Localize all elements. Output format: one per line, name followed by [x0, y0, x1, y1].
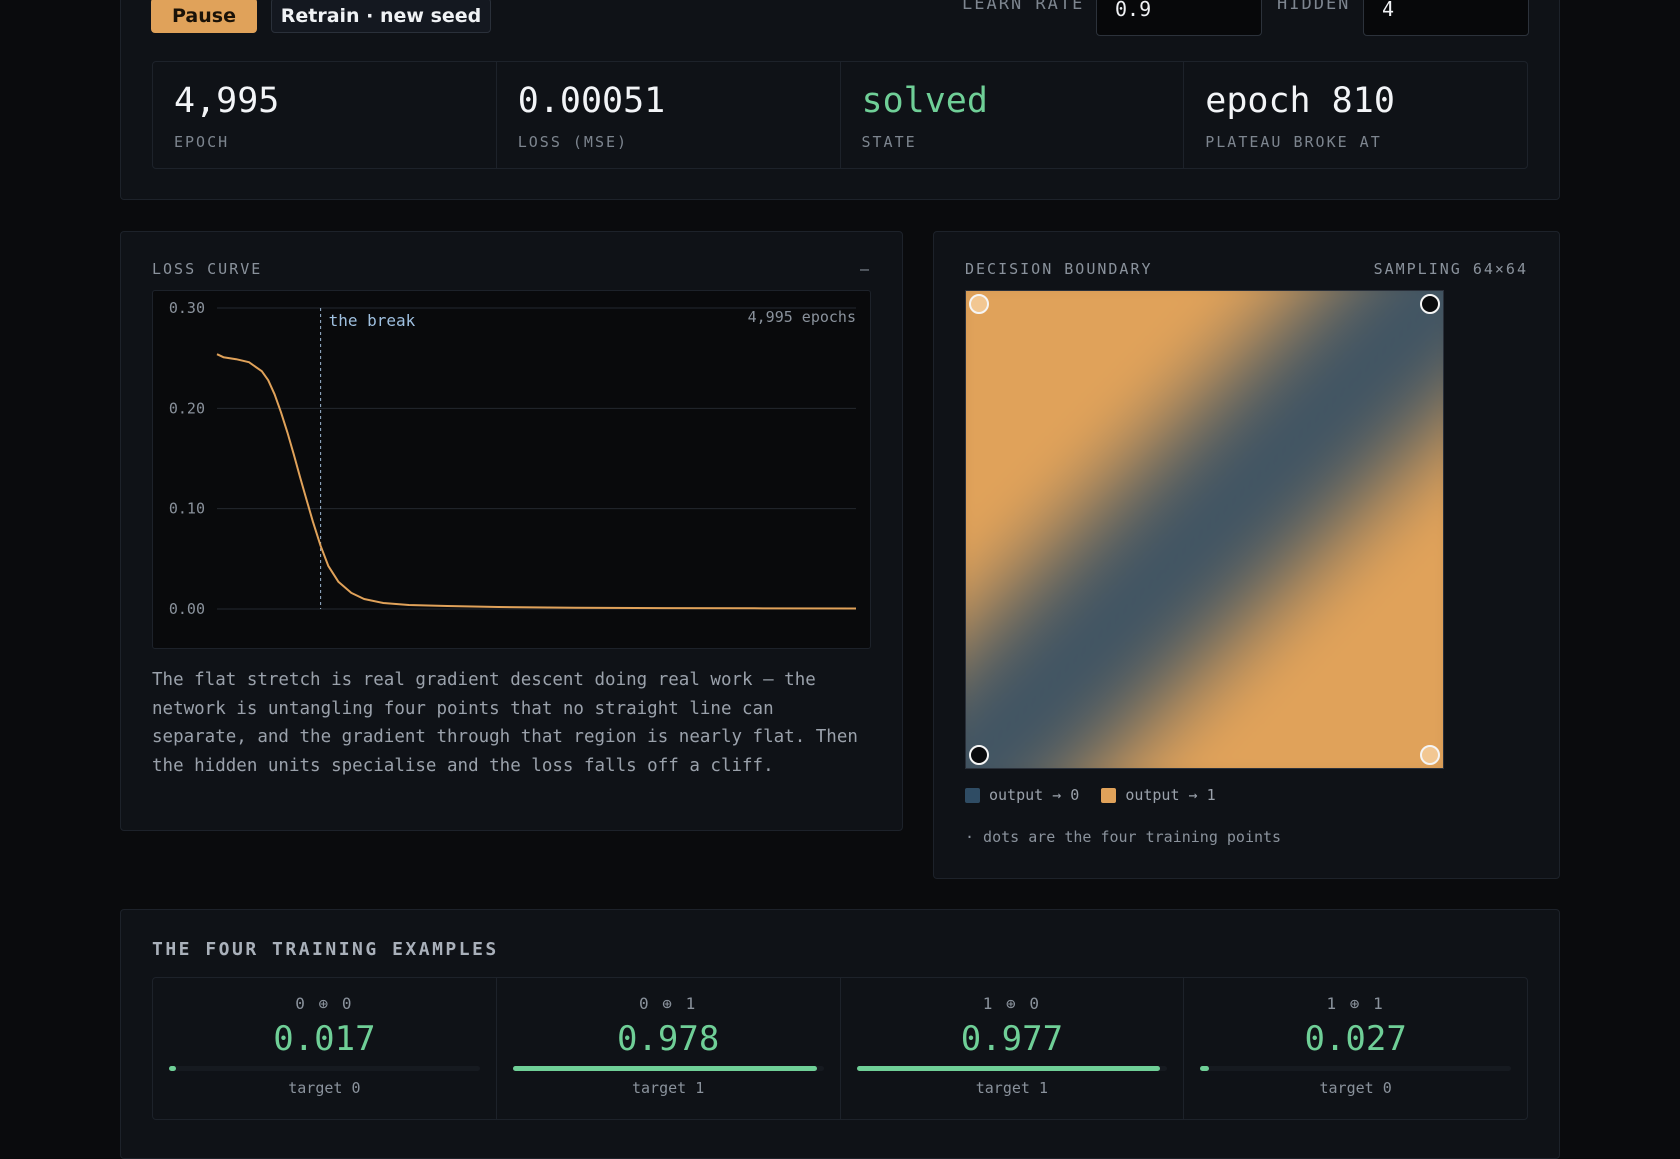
loss-curve-title: LOSS CURVE — [152, 260, 263, 278]
y-tick-label: 0.00 — [169, 600, 205, 618]
example-bar-fill — [856, 1065, 1161, 1071]
example-output: 0.027 — [1304, 1019, 1407, 1059]
example-input: 0 ⊕ 0 — [295, 994, 354, 1013]
loss-description: The flat stretch is real gradient descen… — [152, 670, 858, 776]
legend-swatch-low — [965, 787, 980, 803]
example-card: 1 ⊕ 1 0.027 target 0 — [1184, 978, 1527, 1119]
stat-label: EPOCH — [174, 133, 230, 151]
training-point-dot — [969, 294, 989, 314]
stat-plateau: epoch 810 PLATEAU BROKE AT — [1184, 62, 1527, 168]
boundary-footnote: · dots are the four training points — [965, 828, 1282, 846]
example-input: 1 ⊕ 0 — [982, 994, 1041, 1013]
example-card: 0 ⊕ 1 0.978 target 1 — [497, 978, 841, 1119]
sampling-label: SAMPLING 64×64 — [1373, 260, 1528, 278]
stat-value: epoch 810 — [1205, 81, 1395, 121]
example-bar — [1200, 1065, 1511, 1071]
y-tick-label: 0.30 — [169, 299, 205, 317]
example-bar-fill — [169, 1065, 176, 1071]
stats-row: 4,995 EPOCH 0.00051 LOSS (MSE) solved ST… — [152, 61, 1528, 169]
stat-value: solved — [861, 81, 988, 121]
example-target: target 0 — [288, 1078, 361, 1097]
example-target: target 0 — [1319, 1078, 1392, 1097]
example-bar — [856, 1065, 1168, 1071]
example-target: target 1 — [632, 1078, 705, 1097]
pause-button[interactable]: Pause — [151, 0, 257, 33]
stat-value: 4,995 — [174, 81, 280, 121]
loss-chart-svg: 0.30 0.20 0.10 0.00 the break 4,995 epochs — [169, 299, 857, 618]
learn-rate-input[interactable]: 0.9 — [1096, 0, 1262, 36]
example-card: 1 ⊕ 0 0.977 target 1 — [841, 978, 1185, 1119]
stat-label: PLATEAU BROKE AT — [1205, 133, 1382, 151]
training-point-dot — [969, 745, 989, 765]
y-tick-label: 0.10 — [169, 500, 205, 518]
example-bar — [512, 1065, 824, 1071]
hidden-input[interactable]: 4 — [1363, 0, 1529, 36]
loss-curve-collapse[interactable]: — — [860, 260, 869, 278]
loss-series-line — [216, 353, 857, 610]
stat-loss: 0.00051 LOSS (MSE) — [497, 62, 841, 168]
stat-state: solved STATE — [841, 62, 1185, 168]
example-output: 0.978 — [616, 1019, 720, 1059]
y-tick-label: 0.20 — [169, 399, 205, 417]
stat-label: LOSS (MSE) — [517, 133, 629, 151]
example-output: 0.017 — [273, 1019, 376, 1059]
stat-epoch: 4,995 EPOCH — [153, 62, 497, 168]
loss-chart: 0.30 0.20 0.10 0.00 the break 4,995 epochs — [152, 290, 871, 649]
example-bar — [169, 1065, 480, 1071]
retrain-button[interactable]: Retrain · new seed — [271, 0, 491, 33]
example-output: 0.977 — [960, 1019, 1064, 1059]
learn-rate-label: LEARN RATE — [962, 0, 1085, 14]
example-card: 0 ⊕ 0 0.017 target 0 — [153, 978, 497, 1119]
stat-value: 0.00051 — [517, 81, 666, 121]
hidden-label: HIDDEN — [1277, 0, 1351, 14]
legend-label-high: output → 1 — [1125, 786, 1216, 804]
training-point-dot — [1420, 294, 1440, 314]
legend-label-low: output → 0 — [989, 786, 1080, 804]
boundary-legend: output → 0 output → 1 — [965, 786, 1216, 804]
legend-swatch-high — [1101, 787, 1117, 803]
example-bar-fill — [512, 1065, 817, 1071]
example-bar-fill — [1200, 1065, 1209, 1071]
decision-boundary-map — [965, 290, 1444, 769]
example-target: target 1 — [975, 1078, 1048, 1097]
stat-label: STATE — [861, 133, 917, 151]
decision-boundary-canvas — [966, 291, 1443, 768]
decision-boundary-title: DECISION BOUNDARY — [965, 260, 1153, 278]
example-input: 0 ⊕ 1 — [639, 994, 698, 1013]
training-examples-title: THE FOUR TRAINING EXAMPLES — [152, 939, 499, 960]
break-label: the break — [329, 311, 416, 330]
example-input: 1 ⊕ 1 — [1326, 994, 1385, 1013]
examples-row: 0 ⊕ 0 0.017 target 0 0 ⊕ 1 0.978 target … — [152, 977, 1528, 1120]
epochs-label: 4,995 epochs — [748, 308, 856, 326]
training-point-dot — [1420, 745, 1440, 765]
